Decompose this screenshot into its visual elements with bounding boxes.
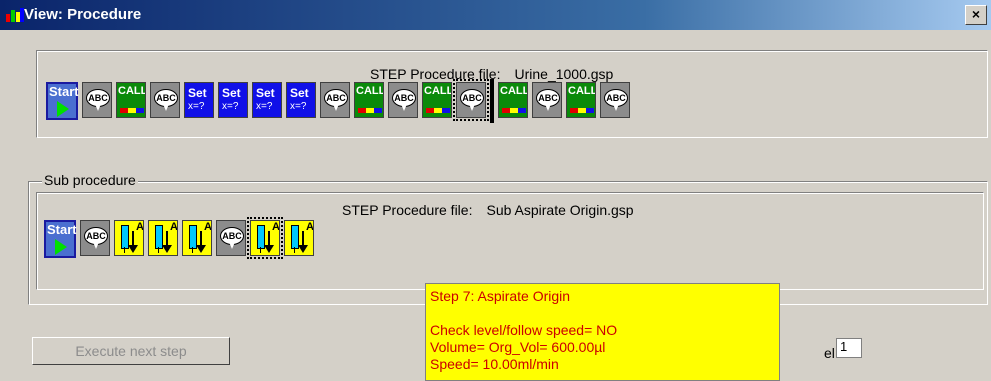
set-expression: x=? [222,101,239,112]
execute-next-step-button[interactable]: Execute next step [32,337,230,365]
arrow-head-icon [162,245,172,253]
message-step-icon[interactable]: ABC [600,82,630,118]
aspirate-step-icon[interactable]: A [148,220,178,256]
needle-icon [158,247,159,253]
call-label: CALL [568,85,596,97]
speech-bubble-tail [333,104,339,111]
start-step-button[interactable]: Start [44,220,77,258]
tooltip-spacer [430,305,775,322]
needle-icon [124,247,125,253]
message-step-icon[interactable]: ABC [216,220,246,256]
sub-file-caption: STEP Procedure file: [342,202,473,218]
level-input[interactable]: 1 [836,338,862,358]
main-file-label: STEP Procedure file: Urine_1000.gsp [370,66,627,82]
color-bar-icon [426,108,450,113]
play-icon [55,239,67,255]
color-bar-icon [502,108,526,113]
start-step-button[interactable]: Start [46,82,79,120]
speech-bubble-tail [95,104,101,111]
call-step-icon[interactable]: CALL [566,82,596,118]
tooltip-line: Speed= 10.00ml/min [430,356,559,372]
step-tooltip: Step 7: Aspirate Origin Check level/foll… [425,283,780,381]
speech-bubble-tail [163,104,169,111]
speech-bubble-tail [93,242,99,249]
color-bar-icon [358,108,382,113]
needle-icon [192,247,193,253]
call-label: CALL [424,85,452,97]
sub-file-label: STEP Procedure file: Sub Aspirate Origin.… [342,202,648,218]
message-step-icon[interactable]: ABC [320,82,350,118]
tooltip-title: Step 7: Aspirate Origin [430,288,571,304]
speech-bubble-tail [545,104,551,111]
arrow-head-icon [298,245,308,253]
color-bar-icon [120,108,144,113]
set-variable-step-icon[interactable]: Set x=? [286,82,316,118]
call-step-icon[interactable]: CALL [498,82,528,118]
main-file-caption: STEP Procedure file: [370,66,501,82]
sub-procedure-label: Sub procedure [42,172,138,188]
set-label: Set [290,86,309,100]
aspirate-step-icon[interactable]: A [284,220,314,256]
start-label: Start [49,84,79,99]
aspirate-letter: A [272,221,280,233]
arrow-head-icon [196,245,206,253]
needle-icon [294,247,295,253]
message-step-icon[interactable]: ABC [532,82,562,118]
aspirate-step-icon[interactable]: A [182,220,212,256]
needle-icon [260,247,261,253]
aspirate-step-icon[interactable]: A [114,220,144,256]
aspirate-step-icon[interactable]: A [247,217,283,259]
speech-bubble-tail [401,104,407,111]
speech-bubble-tail [469,104,475,111]
set-expression: x=? [256,101,273,112]
speech-bubble-tail [613,104,619,111]
title-bar: View: Procedure × [0,0,991,30]
call-step-icon[interactable]: CALL [354,82,384,118]
message-step-icon[interactable]: ABC [82,82,112,118]
set-label: Set [256,86,275,100]
play-icon [57,101,69,117]
message-step-icon[interactable]: ABC [150,82,180,118]
start-label: Start [47,222,77,237]
set-variable-step-icon[interactable]: Set x=? [184,82,214,118]
sub-step-strip: Start ABC A A A ABC A A [44,217,314,259]
speech-bubble-tail [229,242,235,249]
main-step-strip: Start ABC CALL ABC Set x=? Set x=? Set x=? Set x=? A… [46,79,630,123]
current-step-marker [490,79,494,123]
aspirate-letter: A [204,221,212,233]
color-bar-icon [570,108,594,113]
call-step-icon[interactable]: CALL [422,82,452,118]
set-expression: x=? [188,101,205,112]
app-icon [6,8,24,22]
message-step-icon[interactable]: ABC [453,79,489,121]
set-expression: x=? [290,101,307,112]
call-step-icon[interactable]: CALL [116,82,146,118]
aspirate-letter: A [170,221,178,233]
message-step-icon[interactable]: ABC [388,82,418,118]
set-variable-step-icon[interactable]: Set x=? [252,82,282,118]
set-label: Set [188,86,207,100]
arrow-head-icon [264,245,274,253]
call-label: CALL [500,85,528,97]
tooltip-line: Check level/follow speed= NO [430,322,618,338]
aspirate-letter: A [306,221,314,233]
main-file-name: Urine_1000.gsp [514,66,614,82]
set-label: Set [222,86,241,100]
sub-file-name: Sub Aspirate Origin.gsp [486,202,634,218]
call-label: CALL [356,85,384,97]
call-label: CALL [118,85,146,97]
window-title: View: Procedure [24,6,142,23]
tooltip-line: Volume= Org_Vol= 600.00µl [430,339,606,355]
message-step-icon[interactable]: ABC [80,220,110,256]
aspirate-letter: A [136,221,144,233]
set-variable-step-icon[interactable]: Set x=? [218,82,248,118]
close-button[interactable]: × [965,5,987,25]
arrow-head-icon [128,245,138,253]
